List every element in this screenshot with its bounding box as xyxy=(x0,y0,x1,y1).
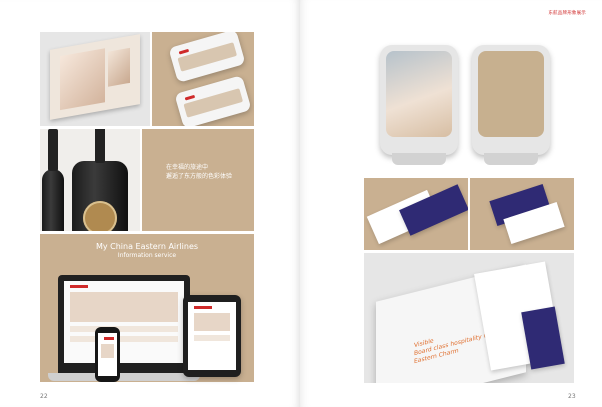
airline-logo-icon xyxy=(178,48,190,55)
logo-bar xyxy=(194,306,212,309)
wine-bottle-left xyxy=(42,129,64,231)
phone-screen xyxy=(177,42,238,72)
ticket-tile xyxy=(364,178,468,250)
open-brochure xyxy=(50,34,140,120)
airline-logo-icon xyxy=(184,94,196,101)
hero-banner xyxy=(194,313,230,331)
magazine-spread: 在幸福的旅途中 邂逅了东方般的色彩体验 My China Eastern Air… xyxy=(0,0,602,407)
laptop-screen xyxy=(64,281,184,363)
logo-bar xyxy=(104,337,114,340)
laptop-base xyxy=(48,373,200,381)
laptop-mockup xyxy=(48,275,200,381)
phone-mockup-top xyxy=(168,32,246,83)
kiosk-panel-brand xyxy=(478,51,544,137)
smartphone-mockup xyxy=(95,327,120,382)
bottle-label-emblem-icon xyxy=(83,201,117,231)
kiosk-stand xyxy=(392,153,446,165)
business-card-tile xyxy=(470,178,574,250)
smartphone-screen xyxy=(98,333,117,376)
kiosk-brand xyxy=(472,45,550,165)
tablet-screen xyxy=(188,302,236,370)
page-number-left: 22 xyxy=(40,393,48,400)
left-page: 在幸福的旅途中 邂逅了东方般的色彩体验 My China Eastern Air… xyxy=(0,0,300,407)
page-number-right: 23 xyxy=(568,393,576,400)
brochure-photo-small xyxy=(108,47,130,87)
folder-tile: Visible Board class hospitality with Eas… xyxy=(364,253,574,383)
right-page: 东航品牌形象展示 Visible Board class hospitality… xyxy=(300,0,602,407)
logo-bar xyxy=(70,285,88,288)
phone-screen xyxy=(183,88,244,118)
page-header: 东航品牌形象展示 xyxy=(548,11,586,16)
kiosk-panel-photo xyxy=(386,51,452,137)
ticket-envelope xyxy=(399,184,468,236)
kiosk-photo xyxy=(380,45,458,165)
web-title: My China Eastern Airlines xyxy=(95,242,199,251)
phone-mockup-bottom xyxy=(174,75,252,126)
wine-bottle-main xyxy=(72,129,128,231)
tablet-mockup xyxy=(183,295,241,377)
content-row xyxy=(70,336,178,342)
hero-banner xyxy=(70,292,178,322)
web-subtitle: Information service xyxy=(117,252,177,259)
content-row xyxy=(194,335,230,341)
mobile-app-tile xyxy=(152,32,254,126)
hero-banner xyxy=(101,344,114,358)
brochure-tile xyxy=(40,32,150,126)
kiosk-stand xyxy=(484,153,538,165)
wine-tile xyxy=(40,129,140,231)
brochure-photo xyxy=(60,48,105,111)
wine-headline: 在幸福的旅途中 邂逅了东方般的色彩体验 xyxy=(166,164,233,180)
content-row xyxy=(70,326,178,332)
